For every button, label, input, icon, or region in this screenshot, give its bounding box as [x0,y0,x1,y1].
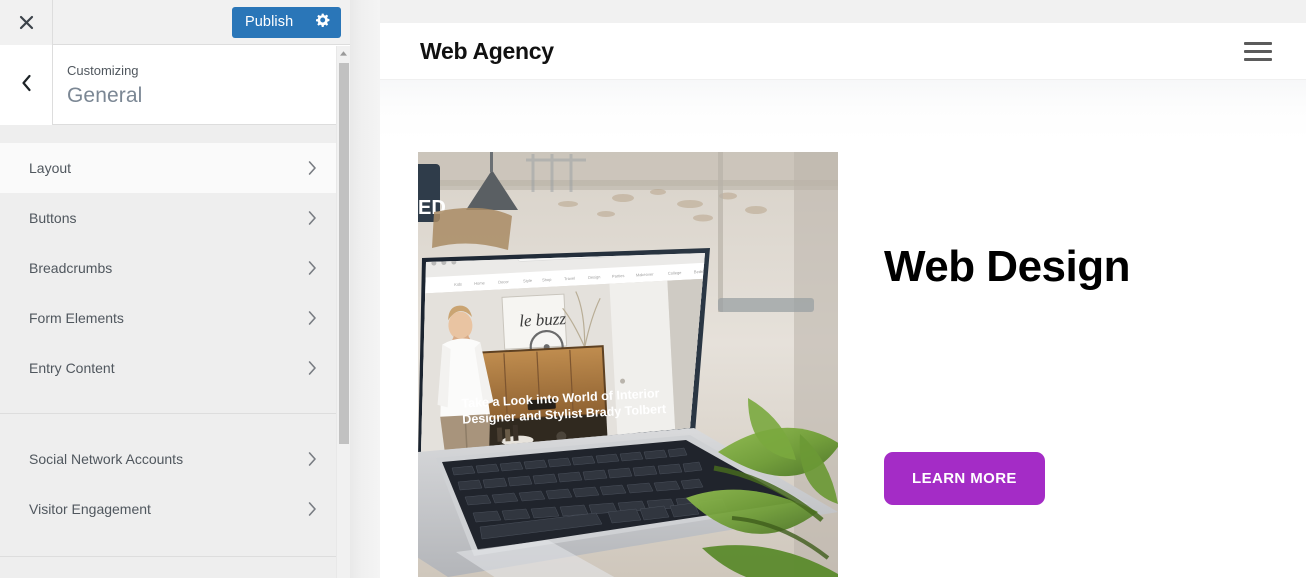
sidebar-item-label: Layout [29,160,72,176]
customizer-preview-gap [350,0,380,578]
sidebar-item-social-network-accounts[interactable]: Social Network Accounts [0,434,336,484]
customizer-panel-header: Customizing General [0,45,350,125]
burger-bar [1244,41,1272,45]
chevron-right-icon [305,261,319,275]
list-top-spacer [0,126,336,143]
sidebar-item-buttons[interactable]: Buttons [0,193,336,243]
customizing-label: Customizing [67,63,139,78]
chevron-right-icon [305,311,319,325]
svg-text:Shop: Shop [542,277,552,283]
group-spacer [0,393,336,413]
section-group-1: Layout Buttons Breadcrumbs Form Elements… [0,143,336,393]
sidebar-item-label: Visitor Engagement [29,501,151,517]
sidebar-item-visitor-engagement[interactable]: Visitor Engagement [0,484,336,534]
svg-text:College: College [668,270,683,276]
burger-bar [1244,49,1272,53]
customizer-topbar: Publish [0,0,350,45]
sidebar-item-label: Breadcrumbs [29,260,113,276]
sidebar-item-label: Form Elements [29,310,124,326]
sidebar-item-form-elements[interactable]: Form Elements [0,293,336,343]
svg-text:Travel: Travel [564,276,575,282]
hero-image: ED Kids Home Decor Style Shop Travel Des… [418,152,838,577]
sidebar-item-label: Buttons [29,210,77,226]
hero-section: ED Kids Home Decor Style Shop Travel Des… [418,152,1270,577]
close-customizer-button[interactable] [0,0,53,45]
svg-text:Design: Design [588,274,601,280]
svg-text:Home: Home [474,280,486,286]
chevron-right-icon [305,361,319,375]
section-group-2: Social Network Accounts Visitor Engageme… [0,434,336,534]
site-body: ED Kids Home Decor Style Shop Travel Des… [380,80,1306,578]
hero-heading: Web Design [884,242,1131,291]
svg-text:Kids: Kids [454,282,462,287]
site-header: Web Agency [380,23,1306,80]
panel-title-block: Customizing General [67,62,142,109]
hero-copy: Web Design LEARN MORE [838,152,1270,577]
chevron-right-icon [305,211,319,225]
sidebar-item-layout[interactable]: Layout [0,143,336,193]
customizer-sidebar: Publish Customizing General Layout Butto… [0,0,350,578]
svg-text:le buzz: le buzz [519,309,567,330]
close-icon [18,14,35,31]
svg-text:Decor: Decor [498,279,510,285]
burger-bar [1244,57,1272,61]
customizer-section-list: Layout Buttons Breadcrumbs Form Elements… [0,126,336,557]
publish-button[interactable]: Publish [232,7,305,38]
scroll-up-arrow-icon[interactable] [337,46,350,60]
learn-more-button[interactable]: LEARN MORE [884,452,1045,505]
svg-text:Parties: Parties [612,273,625,279]
gear-icon [315,12,331,33]
publish-button-group[interactable]: Publish [232,7,342,38]
publish-settings-button[interactable] [305,7,341,38]
scrollbar-thumb[interactable] [339,63,349,444]
sidebar-scrollbar[interactable] [336,46,350,578]
hamburger-menu-icon[interactable] [1244,39,1272,63]
svg-text:Makeover: Makeover [636,271,654,277]
back-button[interactable] [0,45,53,125]
chevron-right-icon [305,502,319,516]
chevron-left-icon [20,73,33,98]
chevron-right-icon [305,452,319,466]
site-preview: Web Agency ED Kids Home Decor Style Shop… [380,23,1306,578]
sidebar-item-entry-content[interactable]: Entry Content [0,343,336,393]
chevron-right-icon [305,161,319,175]
sidebar-item-label: Social Network Accounts [29,451,184,467]
section-divider [0,556,336,557]
page-title: General [67,84,143,107]
sidebar-item-breadcrumbs[interactable]: Breadcrumbs [0,243,336,293]
customizer-screen: Publish Customizing General Layout Butto… [0,0,1306,578]
svg-text:Style: Style [523,278,533,283]
site-title[interactable]: Web Agency [420,38,1244,65]
sidebar-item-label: Entry Content [29,360,115,376]
group-spacer [0,414,336,434]
group-spacer [0,534,336,556]
